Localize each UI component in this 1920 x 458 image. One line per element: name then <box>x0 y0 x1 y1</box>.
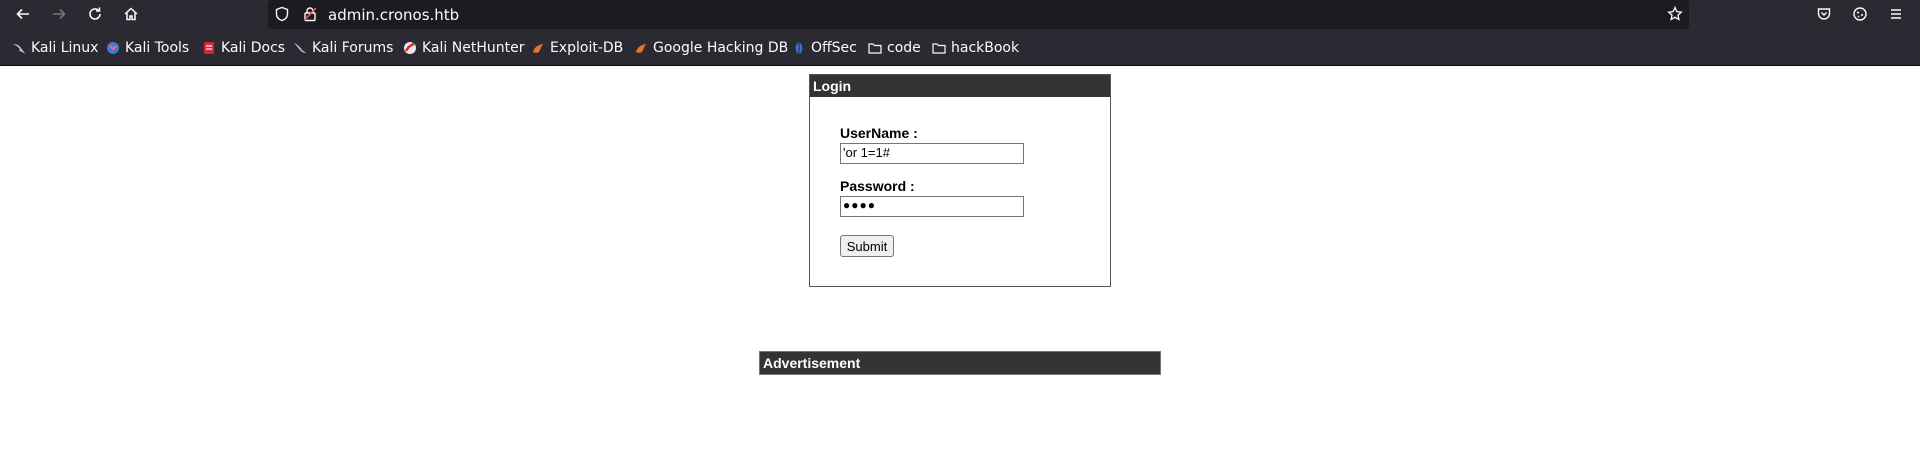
login-title: Login <box>810 75 1110 97</box>
pocket-icon <box>1817 8 1831 20</box>
back-button[interactable] <box>12 3 34 25</box>
insecure-lock-icon[interactable] <box>302 6 318 22</box>
username-label: UserName : <box>840 125 918 141</box>
reload-button[interactable] <box>84 3 106 25</box>
reload-icon <box>89 7 101 20</box>
bookmark-label: code <box>887 40 921 56</box>
bookmark-label: Kali Forums <box>312 40 394 56</box>
bookmark-kali-nethunter[interactable]: Kali NetHunter <box>403 38 524 58</box>
home-icon <box>124 7 138 21</box>
bookmark-kali-forums[interactable]: Kali Forums <box>293 38 393 58</box>
bookmark-offsec[interactable]: OffSec <box>792 38 857 58</box>
bookmark-label: hackBook <box>951 40 1020 56</box>
bookmark-kali-docs[interactable]: Kali Docs <box>202 38 285 58</box>
tracking-shield-icon[interactable] <box>274 6 290 22</box>
folder-icon <box>868 43 882 54</box>
bookmark-google-hacking-db[interactable]: Google Hacking DB <box>634 38 788 58</box>
bookmark-kali-linux[interactable]: Kali Linux <box>12 38 98 58</box>
bookmark-exploit-db[interactable]: Exploit-DB <box>531 38 623 58</box>
ghdb-icon <box>636 44 646 53</box>
back-arrow-icon <box>16 8 29 20</box>
bookmarks-toolbar: Kali Linux Kali Tools Kali Docs Kali For… <box>0 29 1920 66</box>
home-button[interactable] <box>120 3 142 25</box>
url-bar[interactable]: admin.cronos.htb <box>268 0 1689 29</box>
extensions-button[interactable] <box>1849 3 1871 25</box>
exploit-db-icon <box>533 44 543 53</box>
bookmark-label: Kali Docs <box>221 40 286 56</box>
bookmark-folder-code[interactable]: code <box>868 38 921 58</box>
username-input[interactable]: 'or 1=1# <box>840 143 1024 164</box>
browser-toolbar: admin.cronos.htb <box>0 0 1920 29</box>
bookmark-label: OffSec <box>811 40 857 56</box>
cookie-extension-icon <box>1853 7 1867 21</box>
folder-icon <box>932 43 946 54</box>
kali-docs-icon <box>204 42 214 54</box>
bookmark-label: Google Hacking DB <box>653 40 789 56</box>
menu-button[interactable] <box>1885 3 1907 25</box>
bookmark-label: Exploit-DB <box>550 40 624 56</box>
bookmark-kali-tools[interactable]: Kali Tools <box>106 38 189 58</box>
password-input[interactable]: ●●●● <box>840 196 1024 217</box>
hamburger-menu-icon <box>1891 9 1901 19</box>
bookmark-star-icon[interactable] <box>1667 6 1683 22</box>
advertisement-header: Advertisement <box>759 351 1161 375</box>
offsec-icon <box>795 42 803 54</box>
bookmark-label: Kali NetHunter <box>422 40 525 56</box>
forward-arrow-icon <box>53 8 66 20</box>
url-text[interactable]: admin.cronos.htb <box>328 6 459 24</box>
kali-tools-icon <box>107 42 119 54</box>
pocket-button[interactable] <box>1813 3 1835 25</box>
submit-button[interactable]: Submit <box>840 235 894 257</box>
bookmark-label: Kali Linux <box>31 40 99 56</box>
kali-forums-icon <box>294 43 306 53</box>
bookmark-label: Kali Tools <box>125 40 190 56</box>
login-form: Login UserName : 'or 1=1# Password : ●●●… <box>809 74 1111 287</box>
bookmark-folder-hackbook[interactable]: hackBook <box>932 38 1019 58</box>
nethunter-icon <box>404 42 416 54</box>
password-label: Password : <box>840 178 915 194</box>
kali-dragon-icon <box>13 44 25 54</box>
forward-button[interactable] <box>48 3 70 25</box>
